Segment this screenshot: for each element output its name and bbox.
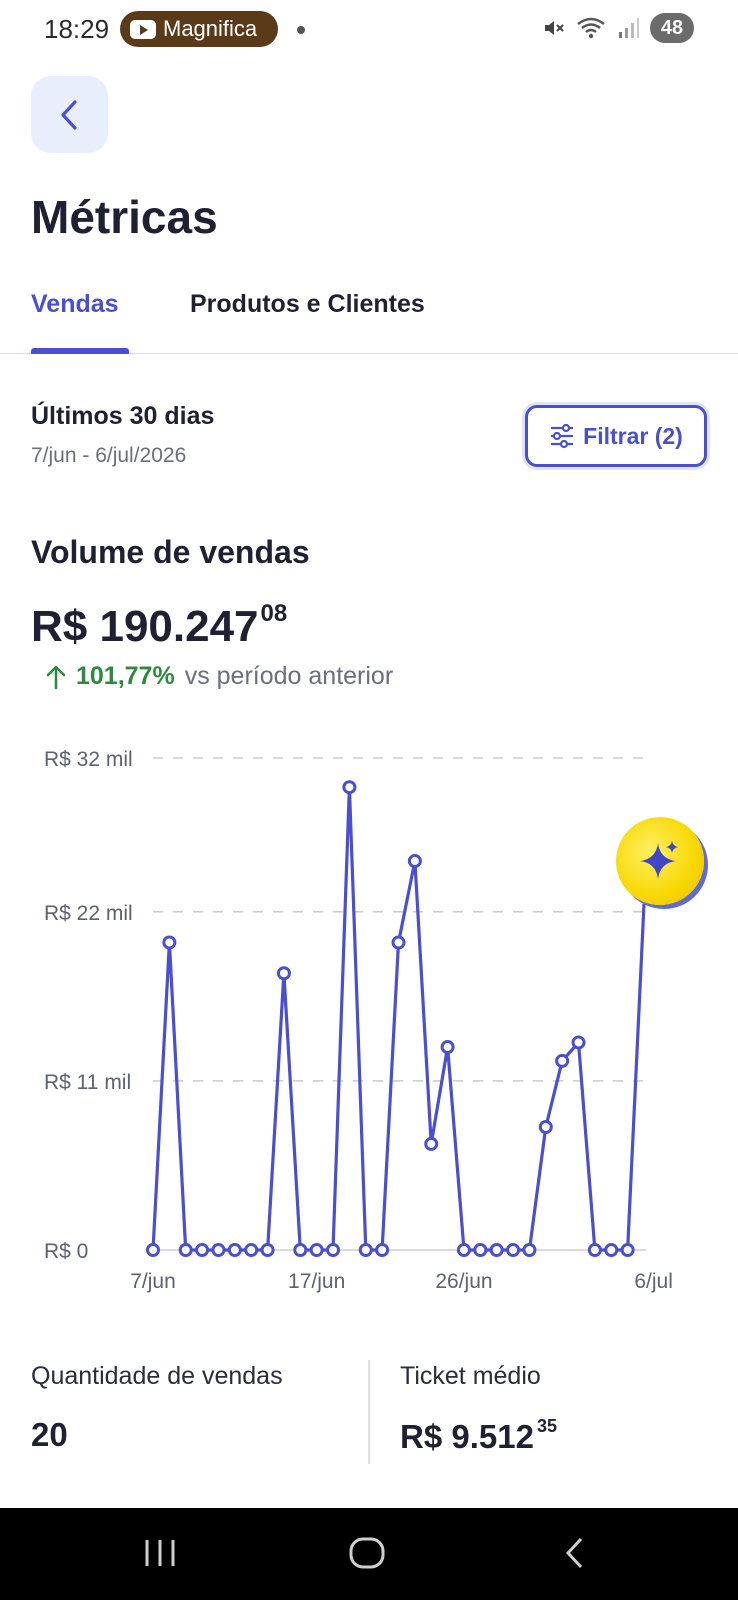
data-point[interactable] <box>522 1243 537 1257</box>
data-point[interactable] <box>260 1243 275 1257</box>
data-point[interactable] <box>538 1120 553 1134</box>
quantity-label: Quantidade de vendas <box>31 1362 283 1390</box>
data-point[interactable] <box>375 1243 390 1257</box>
y-tick-label: R$ 11 mil <box>44 1071 131 1094</box>
data-point[interactable] <box>162 935 177 950</box>
wifi-icon <box>577 17 605 39</box>
period-label: Últimos 30 dias <box>31 402 215 430</box>
recent-apps-button[interactable] <box>130 1528 190 1578</box>
notification-app-name: Magnifica <box>163 16 258 41</box>
data-point[interactable] <box>244 1243 259 1257</box>
status-icons: 48 <box>542 13 694 43</box>
active-tab-indicator <box>31 348 129 354</box>
filter-button[interactable]: Filtrar (2) <box>525 405 707 467</box>
volume-value: R$ 190.24708 <box>31 600 287 652</box>
data-point[interactable] <box>506 1243 521 1257</box>
x-tick-label: 7/jun <box>130 1270 176 1293</box>
data-point[interactable] <box>358 1243 373 1257</box>
back-button[interactable] <box>31 76 108 153</box>
y-tick-label: R$ 0 <box>44 1240 88 1263</box>
mute-icon <box>545 21 564 35</box>
x-tick-label: 26/jun <box>435 1270 492 1293</box>
youtube-icon <box>130 19 156 39</box>
data-point[interactable] <box>571 1035 586 1050</box>
battery-indicator: 48 <box>650 13 694 43</box>
tab-bar: Vendas Produtos e Clientes <box>0 280 738 354</box>
tab-vendas[interactable]: Vendas <box>31 290 119 319</box>
ticket-value-main: R$ 9.512 <box>400 1418 534 1455</box>
data-point[interactable] <box>309 1243 324 1257</box>
data-point[interactable] <box>424 1136 439 1151</box>
page-title: Métricas <box>31 191 218 243</box>
data-point[interactable] <box>391 935 406 950</box>
status-bar: 18:29 Magnifica 48 <box>0 0 738 58</box>
period-dates: 7/jun - 6/jul/2026 <box>31 444 187 467</box>
data-point[interactable] <box>227 1243 242 1257</box>
arrow-up-icon <box>46 665 66 689</box>
data-point[interactable] <box>440 1040 455 1055</box>
filter-sliders-icon <box>551 423 574 449</box>
volume-value-main: R$ 190.247 <box>31 602 259 651</box>
home-icon <box>349 1537 385 1569</box>
status-time: 18:29 <box>44 14 110 44</box>
data-point[interactable] <box>342 780 357 795</box>
change-percentage: 101,77% <box>76 662 175 690</box>
y-tick-label: R$ 32 mil <box>44 748 133 771</box>
ticket-value-cents: 35 <box>536 1416 557 1436</box>
back-nav-button[interactable] <box>545 1528 605 1578</box>
ai-assistant-button[interactable] <box>616 817 704 905</box>
x-tick-label: 6/jul <box>634 1270 673 1293</box>
change-caption: vs período anterior <box>184 662 394 690</box>
sparkle-icon <box>640 841 678 879</box>
sales-line-chart: R$ 32 mil R$ 22 mil R$ 11 mil R$ 0 7/jun 17/j… <box>44 748 673 1293</box>
back-nav-icon <box>565 1537 583 1569</box>
data-point[interactable] <box>489 1243 504 1257</box>
recent-apps-icon <box>145 1540 175 1566</box>
data-point[interactable] <box>326 1243 341 1257</box>
x-tick-label: 17/jun <box>288 1270 345 1293</box>
home-button[interactable] <box>337 1528 397 1578</box>
volume-title: Volume de vendas <box>31 534 310 570</box>
chevron-left-icon <box>60 99 77 130</box>
signal-icon <box>619 18 639 38</box>
tab-produtos-clientes[interactable]: Produtos e Clientes <box>190 290 425 319</box>
data-point[interactable] <box>456 1243 471 1257</box>
stats-divider <box>368 1360 370 1464</box>
ticket-label: Ticket médio <box>400 1362 541 1390</box>
quantity-value: 20 <box>31 1416 68 1453</box>
data-point[interactable] <box>146 1243 160 1257</box>
data-point[interactable] <box>473 1243 488 1257</box>
data-point[interactable] <box>178 1243 193 1257</box>
data-point[interactable] <box>587 1243 602 1257</box>
notification-pill[interactable]: Magnifica <box>120 11 278 47</box>
notification-dot <box>297 26 305 34</box>
sales-series-line <box>151 785 646 1252</box>
volume-change: 101,77% vs período anterior <box>46 662 393 691</box>
filter-label: Filtrar (2) <box>583 422 683 449</box>
ticket-value: R$ 9.512 35 <box>400 1416 557 1456</box>
data-point[interactable] <box>211 1243 226 1257</box>
data-point[interactable] <box>276 966 291 981</box>
data-point[interactable] <box>407 854 422 869</box>
data-point[interactable] <box>195 1243 210 1257</box>
data-point[interactable] <box>620 1243 635 1257</box>
navigation-bar <box>0 1508 738 1600</box>
y-tick-label: R$ 22 mil <box>44 902 133 925</box>
data-point[interactable] <box>555 1053 570 1068</box>
data-point[interactable] <box>604 1243 619 1257</box>
volume-value-cents: 08 <box>260 600 288 627</box>
data-point[interactable] <box>293 1243 308 1257</box>
